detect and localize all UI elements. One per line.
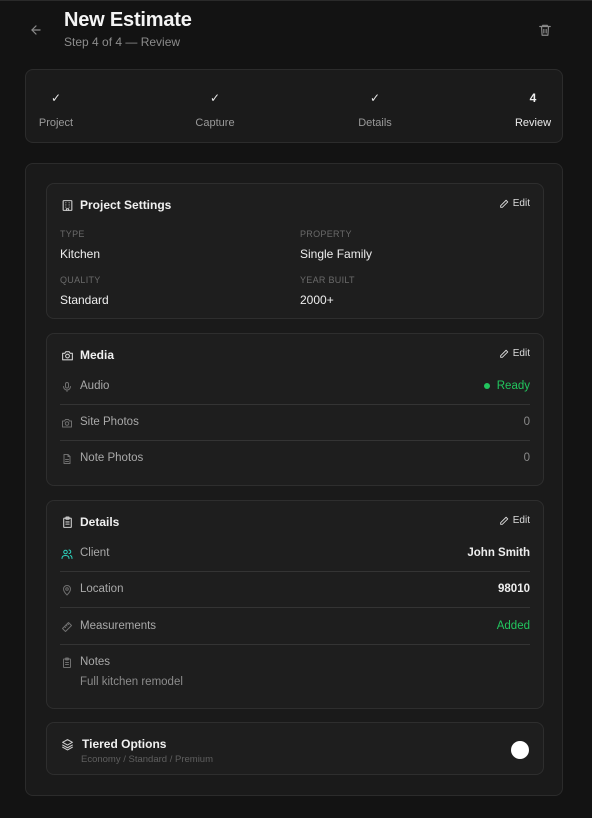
building-icon [60, 198, 74, 212]
card-title: Media [80, 348, 115, 362]
step-label: Capture [195, 117, 235, 129]
camera-icon [60, 348, 74, 362]
status-dot [483, 383, 490, 389]
step-capture[interactable]: ✓ Capture [175, 70, 255, 142]
edit-media-button[interactable]: Edit [499, 348, 530, 359]
camera-icon [60, 416, 74, 430]
details-row-notes: Notes Full kitchen remodel [60, 645, 530, 697]
clipboard-icon [60, 656, 74, 670]
site-photos-count: 0 [523, 416, 530, 428]
details-row-location: Location 98010 [60, 572, 530, 608]
layers-icon [60, 737, 74, 751]
tiered-options-toggle[interactable] [511, 741, 529, 759]
edit-project-settings-button[interactable]: Edit [499, 198, 530, 209]
details-card: Details Edit Client John Smith Location … [46, 500, 544, 709]
row-label: Measurements [80, 620, 157, 632]
microphone-icon [60, 380, 74, 394]
media-row-note-photos: Note Photos 0 [60, 441, 530, 477]
details-row-client: Client John Smith [60, 536, 530, 572]
page-title: New Estimate [64, 9, 192, 31]
tiered-options-subtitle: Economy / Standard / Premium [81, 754, 213, 765]
measurements-status: Added [496, 620, 530, 632]
file-icon [60, 452, 74, 466]
step-number: 4 [529, 91, 537, 105]
quality-value: Standard [60, 293, 109, 307]
audio-status-text: Ready [496, 380, 530, 392]
card-title: Project Settings [80, 198, 172, 212]
media-card: Media Edit Audio Ready Site Photos 0 Not… [46, 333, 544, 486]
row-label: Audio [80, 380, 110, 392]
step-details[interactable]: ✓ Details [335, 70, 415, 142]
check-icon: ✓ [209, 91, 221, 105]
property-field: PROPERTY Single Family [300, 229, 372, 261]
card-title: Details [80, 515, 120, 529]
delete-button[interactable] [535, 20, 555, 40]
location-value: 98010 [498, 583, 530, 595]
pencil-icon [499, 199, 509, 209]
pencil-icon [499, 516, 509, 526]
media-row-site-photos: Site Photos 0 [60, 405, 530, 441]
step-review[interactable]: 4 Review [493, 70, 573, 142]
media-row-audio: Audio Ready [60, 369, 530, 405]
year-built-value: 2000+ [300, 293, 334, 307]
type-label: TYPE [60, 229, 85, 239]
step-label: Details [358, 117, 392, 129]
year-built-label: YEAR BUILT [300, 275, 355, 285]
arrow-left-icon [31, 25, 41, 35]
property-label: PROPERTY [300, 229, 352, 239]
edit-details-button[interactable]: Edit [499, 515, 530, 526]
pencil-icon [499, 349, 509, 359]
step-indicator: ✓ Project ✓ Capture ✓ Details 4 Review [25, 69, 563, 143]
step-label: Review [514, 117, 552, 129]
edit-label: Edit [512, 348, 530, 359]
quality-field: QUALITY Standard [60, 275, 109, 307]
ruler-icon [60, 620, 74, 634]
row-label: Site Photos [80, 416, 139, 428]
quality-label: QUALITY [60, 275, 101, 285]
notes-value: Full kitchen remodel [80, 676, 183, 688]
details-row-measurements: Measurements Added [60, 609, 530, 645]
check-icon: ✓ [50, 91, 62, 105]
map-pin-icon [60, 583, 74, 597]
card-title: Tiered Options [82, 737, 167, 751]
top-divider [0, 0, 592, 1]
step-label: Project [38, 117, 74, 129]
users-icon [60, 547, 74, 561]
check-icon: ✓ [369, 91, 381, 105]
row-label: Location [80, 583, 124, 595]
property-value: Single Family [300, 247, 373, 261]
type-field: TYPE Kitchen [60, 229, 100, 261]
client-value: John Smith [467, 547, 530, 559]
tiered-options-card[interactable]: Tiered Options Economy / Standard / Prem… [46, 722, 544, 775]
row-label: Notes [80, 656, 111, 668]
page-subtitle: Step 4 of 4 — Review [64, 35, 181, 49]
audio-status: Ready [483, 380, 530, 392]
note-photos-count: 0 [523, 452, 530, 464]
row-label: Note Photos [80, 452, 144, 464]
edit-label: Edit [512, 198, 530, 209]
year-built-field: YEAR BUILT 2000+ [300, 275, 355, 307]
row-label: Client [80, 547, 110, 559]
review-panel: Project Settings Edit TYPE Kitchen PROPE… [25, 163, 563, 796]
edit-label: Edit [512, 515, 530, 526]
project-settings-card: Project Settings Edit TYPE Kitchen PROPE… [46, 183, 544, 319]
back-button[interactable] [26, 20, 46, 40]
step-project[interactable]: ✓ Project [16, 70, 96, 142]
trash-icon [539, 24, 551, 36]
type-value: Kitchen [60, 247, 101, 261]
clipboard-icon [60, 515, 74, 529]
